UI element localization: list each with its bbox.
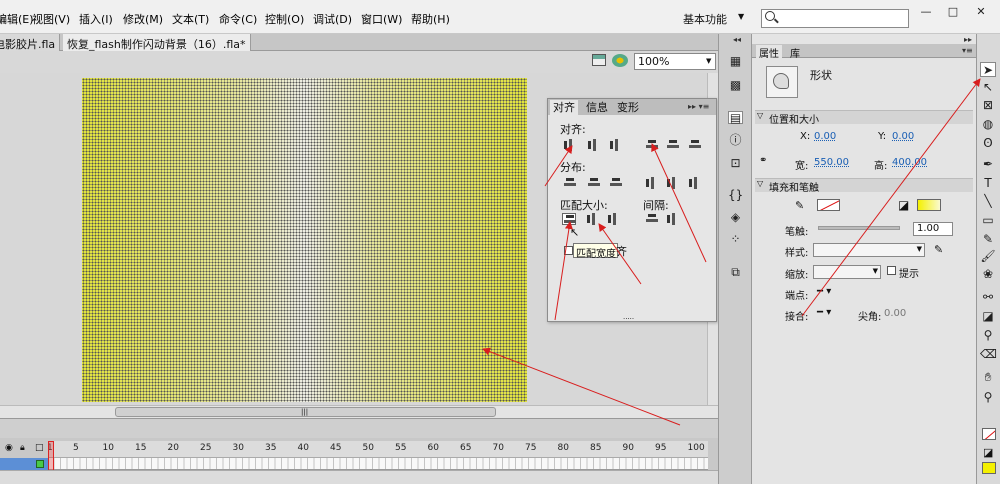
arrow-to-selection-tool xyxy=(801,78,981,317)
arrow-to-align-left xyxy=(544,145,573,187)
arrow-to-match-width xyxy=(554,221,573,321)
arrow-to-align-top xyxy=(651,143,707,263)
arrow-to-match-height xyxy=(598,223,642,285)
arrow-to-canvas xyxy=(482,347,681,426)
annotation-arrows xyxy=(482,78,981,426)
